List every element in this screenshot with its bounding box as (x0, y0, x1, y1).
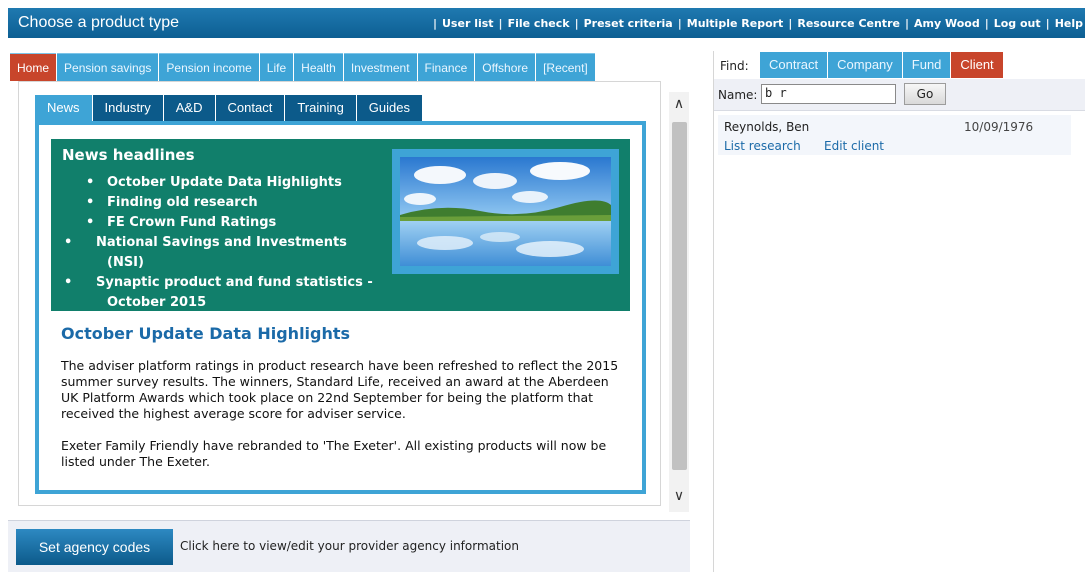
tab-news[interactable]: News (35, 95, 92, 121)
tab-industry[interactable]: Industry (92, 95, 163, 121)
client-name-input[interactable]: b r (761, 84, 896, 104)
nav-separator: | (432, 16, 437, 30)
tab-finance[interactable]: Finance (417, 53, 475, 81)
tab-offshore[interactable]: Offshore (475, 53, 536, 81)
scroll-up-arrow-icon[interactable]: ∧ (669, 94, 689, 114)
lake-landscape-image (392, 149, 619, 274)
tab-company[interactable]: Company (828, 52, 902, 78)
headlines-list: October Update Data Highlights Finding o… (86, 173, 386, 313)
nav-preset-criteria[interactable]: Preset criteria (584, 17, 673, 30)
tab-home[interactable]: Home (10, 53, 57, 81)
page-title: Choose a product type (18, 14, 179, 31)
content-scrollbar[interactable]: ∧ ∨ (669, 92, 689, 512)
list-research-link[interactable]: List research (724, 139, 801, 153)
tab-pension-savings[interactable]: Pension savings (57, 53, 159, 81)
edit-client-link[interactable]: Edit client (824, 139, 884, 153)
headline-item[interactable]: National Savings and Investments (NSI) (85, 233, 386, 273)
product-type-tabs: Home Pension savings Pension income Life… (10, 53, 596, 81)
nav-help[interactable]: Help (1055, 17, 1083, 30)
top-bar: Choose a product type | User list | File… (8, 8, 1085, 38)
tab-recent[interactable]: [Recent] (536, 53, 595, 81)
tab-training[interactable]: Training (285, 95, 356, 121)
article-paragraph: Exeter Family Friendly have rebranded to… (61, 438, 607, 469)
headline-item[interactable]: October Update Data Highlights (86, 173, 386, 193)
nav-multiple-report[interactable]: Multiple Report (687, 17, 784, 30)
article-paragraph: The adviser platform ratings in product … (61, 358, 619, 421)
tab-fund[interactable]: Fund (902, 52, 951, 78)
tab-health[interactable]: Health (294, 53, 343, 81)
nav-log-out[interactable]: Log out (994, 17, 1041, 30)
headline-item[interactable]: Synaptic product and fund statistics - O… (85, 273, 386, 313)
article-title: October Update Data Highlights (61, 324, 351, 343)
client-name: Reynolds, Ben (724, 120, 810, 134)
nav-separator: | (498, 16, 503, 30)
name-label: Name: (718, 88, 758, 102)
set-agency-codes-button[interactable]: Set agency codes (16, 529, 173, 565)
client-dob: 10/09/1976 (964, 120, 1034, 134)
tab-life[interactable]: Life (259, 53, 294, 81)
nav-user-name[interactable]: Amy Wood (914, 17, 980, 30)
nav-user-list[interactable]: User list (442, 17, 494, 30)
top-nav: | User list | File check | Preset criter… (428, 8, 1083, 38)
nav-separator: | (574, 16, 579, 30)
nav-resource-centre[interactable]: Resource Centre (797, 17, 900, 30)
nav-separator: | (788, 16, 793, 30)
find-label: Find: (720, 59, 749, 73)
landscape-picture (400, 157, 611, 266)
home-sub-tabs: News Industry A&D Contact Training Guide… (35, 95, 423, 121)
nav-separator: | (1045, 16, 1050, 30)
scrollbar-thumb[interactable] (672, 122, 687, 470)
tab-guides[interactable]: Guides (356, 95, 422, 121)
tab-pension-income[interactable]: Pension income (159, 53, 259, 81)
headline-item[interactable]: FE Crown Fund Ratings (86, 213, 386, 233)
tab-contract[interactable]: Contract (760, 52, 828, 78)
nav-separator: | (984, 16, 989, 30)
nav-file-check[interactable]: File check (508, 17, 570, 30)
tab-client[interactable]: Client (951, 52, 1003, 78)
tab-a-and-d[interactable]: A&D (163, 95, 215, 121)
nav-separator: | (904, 16, 909, 30)
go-button[interactable]: Go (904, 83, 946, 105)
nav-separator: | (677, 16, 682, 30)
headline-item[interactable]: Finding old research (86, 193, 386, 213)
agency-info-text: Click here to view/edit your provider ag… (180, 539, 519, 553)
find-tabs: Contract Company Fund Client (760, 52, 1004, 78)
headlines-title: News headlines (62, 146, 195, 164)
tab-investment[interactable]: Investment (343, 53, 417, 81)
scroll-down-arrow-icon[interactable]: ∨ (669, 486, 689, 506)
tab-contact[interactable]: Contact (215, 95, 285, 121)
